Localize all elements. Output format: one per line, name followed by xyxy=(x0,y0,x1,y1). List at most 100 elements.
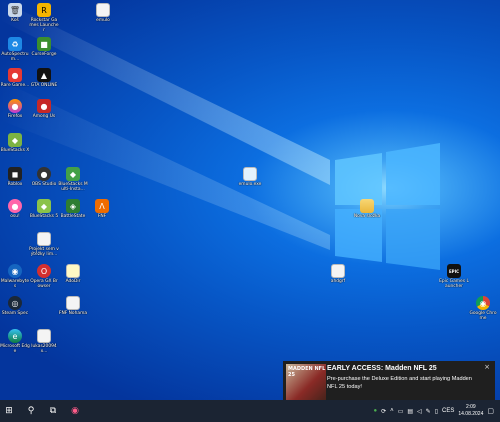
close-icon[interactable]: × xyxy=(484,363,490,371)
new-folder-icon[interactable]: Nová složka xyxy=(352,199,382,219)
app-icon: ● xyxy=(8,68,22,82)
search-button[interactable]: ⚲ xyxy=(22,400,40,422)
google-chrome-icon[interactable]: ◉ Google Chrome xyxy=(468,296,498,321)
desktop-icon-label: Among Us xyxy=(32,114,56,119)
notifications-icon[interactable]: ▢ xyxy=(487,407,494,415)
bluestacks-logo-icon: ◆ xyxy=(8,133,22,147)
desktop-icon-label: Google Chrome xyxy=(469,311,497,321)
clock[interactable]: 2:09 14.08.2024 xyxy=(458,404,483,418)
desktop-icon-label: Rare Game... xyxy=(0,83,30,88)
recycle-bin-icon[interactable]: 🗑 Koš xyxy=(0,3,30,23)
start-button[interactable]: ⊞ xyxy=(0,400,18,422)
desktop-icon-label: BattleState xyxy=(60,214,86,219)
obs-studio-icon[interactable]: ● OBS Studio xyxy=(29,167,59,187)
ahdgrf-file-icon[interactable]: ahdgrf xyxy=(323,264,353,284)
task-view-button[interactable]: ⧉ xyxy=(44,400,62,422)
curseforge-icon[interactable]: ■ CurseForge xyxy=(29,37,59,57)
rockstar-launcher-icon[interactable]: R Rockstar Games Launcher xyxy=(29,3,59,33)
firefox-icon[interactable]: ● Firefox xyxy=(0,99,30,119)
app-icon: ◉ xyxy=(71,406,79,416)
desktop-icon-label: ahdgrf xyxy=(330,279,346,284)
document-icon xyxy=(96,3,110,17)
fnf-nohama-file-icon[interactable]: FNF Nohama xyxy=(58,296,88,316)
among-us-icon[interactable]: ● Among Us xyxy=(29,99,59,119)
edge-logo-icon: e xyxy=(8,329,22,343)
app-icon: ■ xyxy=(37,37,51,51)
desktop-icon-label: OBS Studio xyxy=(31,182,57,187)
search-icon: ⚲ xyxy=(27,406,35,416)
bluestacks-x-icon[interactable]: ◆ BlueStacks X xyxy=(0,133,30,153)
battlestate-icon[interactable]: ◈ BattleState xyxy=(58,199,88,219)
desktop-icon-label: Roblox xyxy=(7,182,23,187)
epic-logo-icon: EPIC xyxy=(447,264,461,278)
epic-games-icon[interactable]: EPIC Epic Games Launcher xyxy=(439,264,469,289)
folder-icon[interactable]: ▭ xyxy=(398,408,404,415)
taskbar: ⊞ ⚲ ⧉ ◉ ● ⟳ ˄ ▭ ▤ ◁ ✎ ▯ CES 2:09 14.08.2… xyxy=(0,400,500,422)
clock-time: 2:09 xyxy=(465,404,476,410)
fnf-icon[interactable]: Λ FNF xyxy=(87,199,117,219)
desktop-icon-label: BlueStacks Multi-Insta... xyxy=(58,182,88,192)
trash-icon: 🗑 xyxy=(8,3,22,17)
osu-icon[interactable]: ● osu! xyxy=(0,199,30,219)
sync-icon[interactable]: ⟳ xyxy=(381,408,386,415)
projekt-file-icon[interactable]: Projekt sem výtěžky lim... xyxy=(29,232,59,257)
desktop-icon-label: lukas20094x... xyxy=(31,344,57,354)
rockstar-icon: R xyxy=(37,3,51,17)
speaker-icon[interactable]: ◁ xyxy=(417,408,422,415)
steam-logo-icon: ◎ xyxy=(8,296,22,310)
desktop-icon-label: FNF xyxy=(97,214,107,219)
executable-icon xyxy=(243,167,257,181)
malwarebytes-icon[interactable]: ◉ Malwarebytes xyxy=(0,264,30,289)
battery-icon[interactable]: ▯ xyxy=(435,408,438,415)
opera-gx-icon[interactable]: O Opera GX Browser xyxy=(29,264,59,289)
document-icon xyxy=(66,264,80,278)
autospectrum-icon[interactable]: ♻ AutoSpectrum... xyxy=(0,37,30,62)
desktop-icon-label: BlueStacks X xyxy=(0,148,30,153)
rare-game-icon[interactable]: ● Rare Game... xyxy=(0,68,30,88)
language-indicator[interactable]: CES xyxy=(442,408,454,414)
desktop-icon-label: FNF Nohama xyxy=(58,311,88,316)
roblox-icon[interactable]: ◼ Roblox xyxy=(0,167,30,187)
document-icon xyxy=(66,296,80,310)
desktop-icon-label: Epic Games Launcher xyxy=(439,279,469,289)
task-view-icon: ⧉ xyxy=(49,406,57,416)
windows-icon: ⊞ xyxy=(5,406,13,416)
app-icon: ◈ xyxy=(66,199,80,213)
bluestacks-multi-icon[interactable]: ◆ BlueStacks Multi-Insta... xyxy=(58,167,88,192)
desktop-icon-label: Nová složka xyxy=(353,214,381,219)
pen-icon[interactable]: ✎ xyxy=(426,408,431,415)
adodir-file-icon[interactable]: AdoDir xyxy=(58,264,88,284)
thumbnail-caption: MADDEN NFL 25 xyxy=(288,366,326,378)
emulo-file-icon[interactable]: emulo xyxy=(88,3,118,23)
desktop-icon-label: Rockstar Games Launcher xyxy=(29,18,59,33)
opera-logo-icon: O xyxy=(37,264,51,278)
desktop-icon-label: AutoSpectrum... xyxy=(1,52,29,62)
network-icon[interactable]: ▤ xyxy=(407,408,413,415)
desktop-icon-label: emulo.exe xyxy=(238,182,262,187)
desktop-icon-label: Opera GX Browser xyxy=(30,279,58,289)
microsoft-edge-icon[interactable]: e Microsoft Edge xyxy=(0,329,30,354)
taskbar-pinned-app[interactable]: ◉ xyxy=(66,400,84,422)
steam-spec-icon[interactable]: ◎ Steam Spec xyxy=(0,296,30,316)
emulo-exe-icon[interactable]: emulo.exe xyxy=(235,167,265,187)
desktop-icon-label: Projekt sem výtěžky lim... xyxy=(29,247,59,257)
desktop-icon-label: osu! xyxy=(10,214,20,219)
app-icon: ♻ xyxy=(8,37,22,51)
status-dot-icon[interactable]: ● xyxy=(374,408,378,414)
desktop-icon-label: Microsoft Edge xyxy=(0,344,30,354)
bluestacks-logo-icon: ◆ xyxy=(37,199,51,213)
obs-logo-icon: ● xyxy=(37,167,51,181)
madden-thumbnail: MADDEN NFL 25 xyxy=(286,364,326,400)
bluestacks-5-icon[interactable]: ◆ BlueStacks 5 xyxy=(29,199,59,219)
document-icon xyxy=(37,232,51,246)
chevron-up-icon[interactable]: ˄ xyxy=(390,408,394,414)
desktop-icon-label: AdoDir xyxy=(65,279,81,284)
notification-toast[interactable]: MADDEN NFL 25 EARLY ACCESS: Madden NFL 2… xyxy=(283,361,495,400)
desktop-icon-label: GTA ONLINE xyxy=(30,83,58,88)
lukas-file-icon[interactable]: lukas20094x... xyxy=(29,329,59,354)
gta-online-icon[interactable]: ▲ GTA ONLINE xyxy=(29,68,59,88)
app-icon: Λ xyxy=(95,199,109,213)
document-icon xyxy=(37,329,51,343)
bluestacks-logo-icon: ◆ xyxy=(66,167,80,181)
malwarebytes-logo-icon: ◉ xyxy=(8,264,22,278)
